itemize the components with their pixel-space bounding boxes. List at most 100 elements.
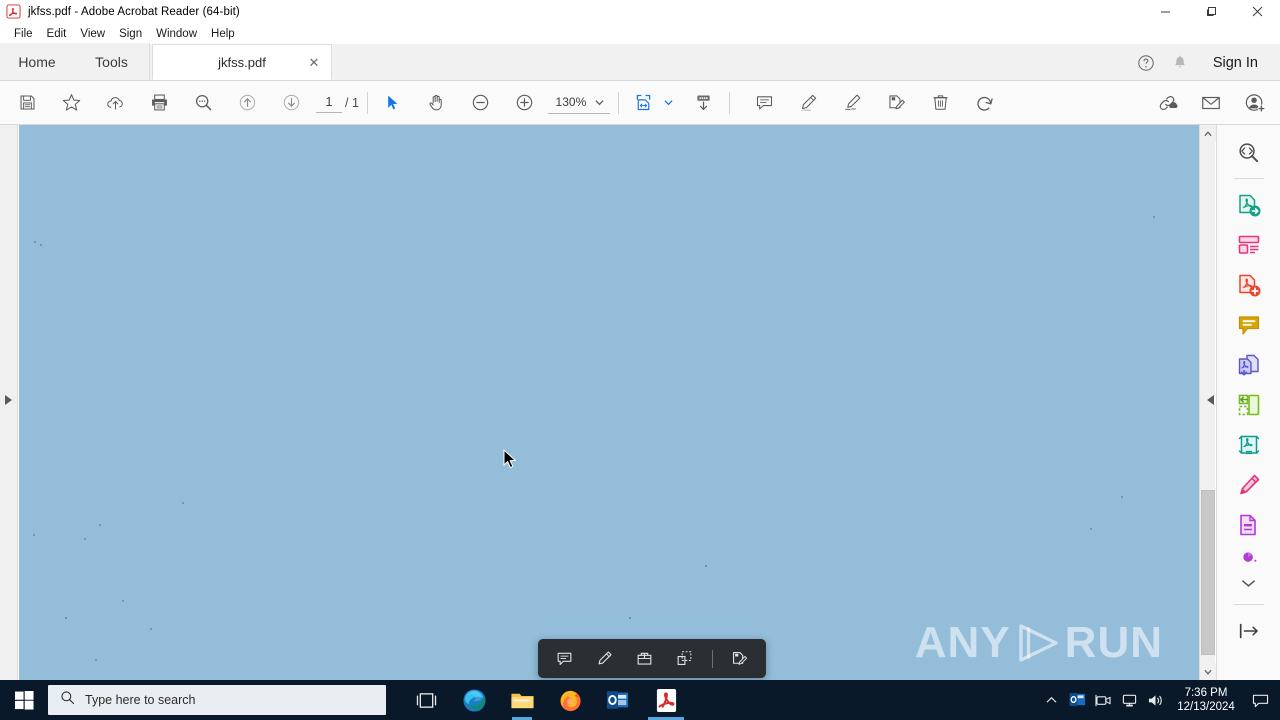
watermark-text-run: RUN bbox=[1064, 618, 1163, 667]
comment-panel-icon[interactable] bbox=[1232, 308, 1266, 342]
float-textbox-icon[interactable] bbox=[632, 646, 658, 672]
collapse-panel-arrow-icon[interactable] bbox=[1207, 395, 1214, 405]
tab-document-label: jkfss.pdf bbox=[218, 54, 266, 70]
window-controls bbox=[1142, 0, 1280, 23]
right-tools-panel bbox=[1216, 125, 1280, 680]
add-person-icon[interactable] bbox=[1238, 86, 1272, 120]
fit-width-icon[interactable] bbox=[627, 86, 661, 120]
hide-panel-icon[interactable] bbox=[1232, 614, 1266, 648]
protect-pdf-icon[interactable] bbox=[1232, 428, 1266, 462]
tab-home[interactable]: Home bbox=[0, 43, 74, 80]
menu-file[interactable]: File bbox=[7, 25, 40, 43]
print-icon[interactable] bbox=[142, 86, 176, 120]
microsoft-edge-icon[interactable] bbox=[450, 680, 498, 720]
acrobat-reader-window: jkfss.pdf - Adobe Acrobat Reader (64-bit… bbox=[0, 0, 1280, 720]
menu-sign[interactable]: Sign bbox=[112, 25, 149, 43]
close-icon[interactable]: ✕ bbox=[307, 55, 321, 69]
draw-signature-icon[interactable] bbox=[836, 86, 870, 120]
add-comment-icon[interactable] bbox=[748, 86, 782, 120]
more-tools-icon[interactable] bbox=[1232, 548, 1266, 568]
window-title: jkfss.pdf - Adobe Acrobat Reader (64-bit… bbox=[28, 5, 240, 18]
firefox-icon[interactable] bbox=[546, 680, 594, 720]
left-navigation-rail[interactable] bbox=[0, 125, 18, 680]
delete-trash-icon[interactable] bbox=[924, 86, 958, 120]
hand-pan-icon[interactable] bbox=[420, 86, 454, 120]
zoom-level-dropdown[interactable]: 130% bbox=[547, 92, 610, 114]
zoom-in-icon[interactable] bbox=[508, 86, 542, 120]
tray-volume-icon[interactable] bbox=[1142, 680, 1168, 720]
show-hidden-icons-chevron[interactable] bbox=[1038, 680, 1064, 720]
taskbar-search-box[interactable]: Type here to search bbox=[48, 685, 386, 715]
float-toolbar-separator bbox=[711, 649, 713, 668]
chevron-down-icon[interactable] bbox=[592, 99, 608, 106]
menu-window[interactable]: Window bbox=[149, 25, 204, 43]
windows-start-icon[interactable] bbox=[0, 680, 48, 720]
scrollbar-thumb[interactable] bbox=[1201, 490, 1215, 655]
add-to-favorites-star-icon[interactable] bbox=[54, 86, 88, 120]
outlook-icon[interactable] bbox=[594, 680, 642, 720]
menu-view[interactable]: View bbox=[73, 25, 112, 43]
task-view-icon[interactable] bbox=[402, 680, 450, 720]
float-sign-icon[interactable] bbox=[727, 646, 753, 672]
page-number-input[interactable] bbox=[316, 92, 342, 113]
notification-bell-icon[interactable] bbox=[1165, 48, 1195, 78]
float-comment-icon[interactable] bbox=[552, 646, 578, 672]
scroll-mode-icon[interactable] bbox=[687, 86, 721, 120]
main-content-area: ANY RUN bbox=[0, 125, 1280, 680]
zoom-level-value: 130% bbox=[555, 95, 587, 109]
combine-files-icon[interactable] bbox=[1232, 268, 1266, 302]
cloud-upload-icon[interactable] bbox=[98, 86, 132, 120]
adobe-acrobat-icon[interactable] bbox=[642, 680, 690, 720]
export-pdf-icon[interactable] bbox=[1232, 188, 1266, 222]
previous-page-arrow-icon[interactable] bbox=[230, 86, 264, 120]
file-explorer-icon[interactable] bbox=[498, 680, 546, 720]
help-circle-icon[interactable] bbox=[1131, 48, 1161, 78]
page-total-label: / 1 bbox=[345, 95, 359, 110]
edit-pdf-icon[interactable] bbox=[880, 86, 914, 120]
tab-bar: Home Tools jkfss.pdf ✕ Sign In bbox=[0, 43, 1280, 81]
menu-bar: File Edit View Sign Window Help bbox=[0, 23, 1280, 44]
tray-network-icon[interactable] bbox=[1116, 680, 1142, 720]
zoom-search-icon[interactable] bbox=[186, 86, 220, 120]
pdf-document-page[interactable]: ANY RUN bbox=[19, 125, 1199, 680]
organize-pages-icon[interactable] bbox=[1232, 388, 1266, 422]
maximize-button[interactable] bbox=[1188, 0, 1234, 23]
title-bar: jkfss.pdf - Adobe Acrobat Reader (64-bit… bbox=[0, 0, 1280, 23]
search-panel-icon[interactable] bbox=[1232, 135, 1266, 169]
tray-outlook-icon[interactable] bbox=[1064, 680, 1090, 720]
share-link-icon[interactable] bbox=[1150, 86, 1184, 120]
highlight-pen-icon[interactable] bbox=[792, 86, 826, 120]
rotate-page-icon[interactable] bbox=[968, 86, 1002, 120]
fill-and-sign-icon[interactable] bbox=[1232, 468, 1266, 502]
next-page-arrow-icon[interactable] bbox=[274, 86, 308, 120]
redact-pdf-icon[interactable] bbox=[1232, 508, 1266, 542]
create-pdf-icon[interactable] bbox=[1232, 228, 1266, 262]
save-file-icon[interactable] bbox=[10, 86, 44, 120]
select-cursor-icon[interactable] bbox=[376, 86, 410, 120]
taskbar-clock[interactable]: 7:36 PM 12/13/2024 bbox=[1168, 686, 1244, 714]
play-triangle-icon bbox=[1015, 622, 1061, 664]
scroll-up-button[interactable] bbox=[1200, 125, 1216, 142]
sign-in-button[interactable]: Sign In bbox=[1199, 55, 1266, 71]
zoom-out-icon[interactable] bbox=[464, 86, 498, 120]
float-highlight-icon[interactable] bbox=[592, 646, 618, 672]
send-email-icon[interactable] bbox=[1194, 86, 1228, 120]
minimize-button[interactable] bbox=[1142, 0, 1188, 23]
right-panel-divider-top bbox=[1233, 178, 1264, 179]
compress-pdf-icon[interactable] bbox=[1232, 348, 1266, 382]
tab-document-jkfss[interactable]: jkfss.pdf ✕ bbox=[152, 44, 332, 80]
menu-edit[interactable]: Edit bbox=[40, 25, 74, 43]
action-center-icon[interactable] bbox=[1244, 680, 1276, 720]
close-button[interactable] bbox=[1234, 0, 1280, 23]
menu-help[interactable]: Help bbox=[204, 25, 242, 43]
tab-tools[interactable]: Tools bbox=[74, 43, 150, 80]
tray-camera-icon[interactable] bbox=[1090, 680, 1116, 720]
toolbar-separator-1 bbox=[366, 91, 368, 114]
watermark-text-any: ANY bbox=[914, 618, 1011, 667]
more-tools-chevron-icon[interactable] bbox=[1232, 574, 1266, 592]
scroll-down-button[interactable] bbox=[1200, 663, 1216, 680]
float-select-area-icon[interactable] bbox=[672, 646, 698, 672]
fit-options-chevron-icon[interactable] bbox=[661, 99, 677, 106]
tab-bar-right-group: Sign In bbox=[1131, 44, 1280, 81]
expand-left-panel-arrow-icon[interactable] bbox=[5, 395, 12, 405]
